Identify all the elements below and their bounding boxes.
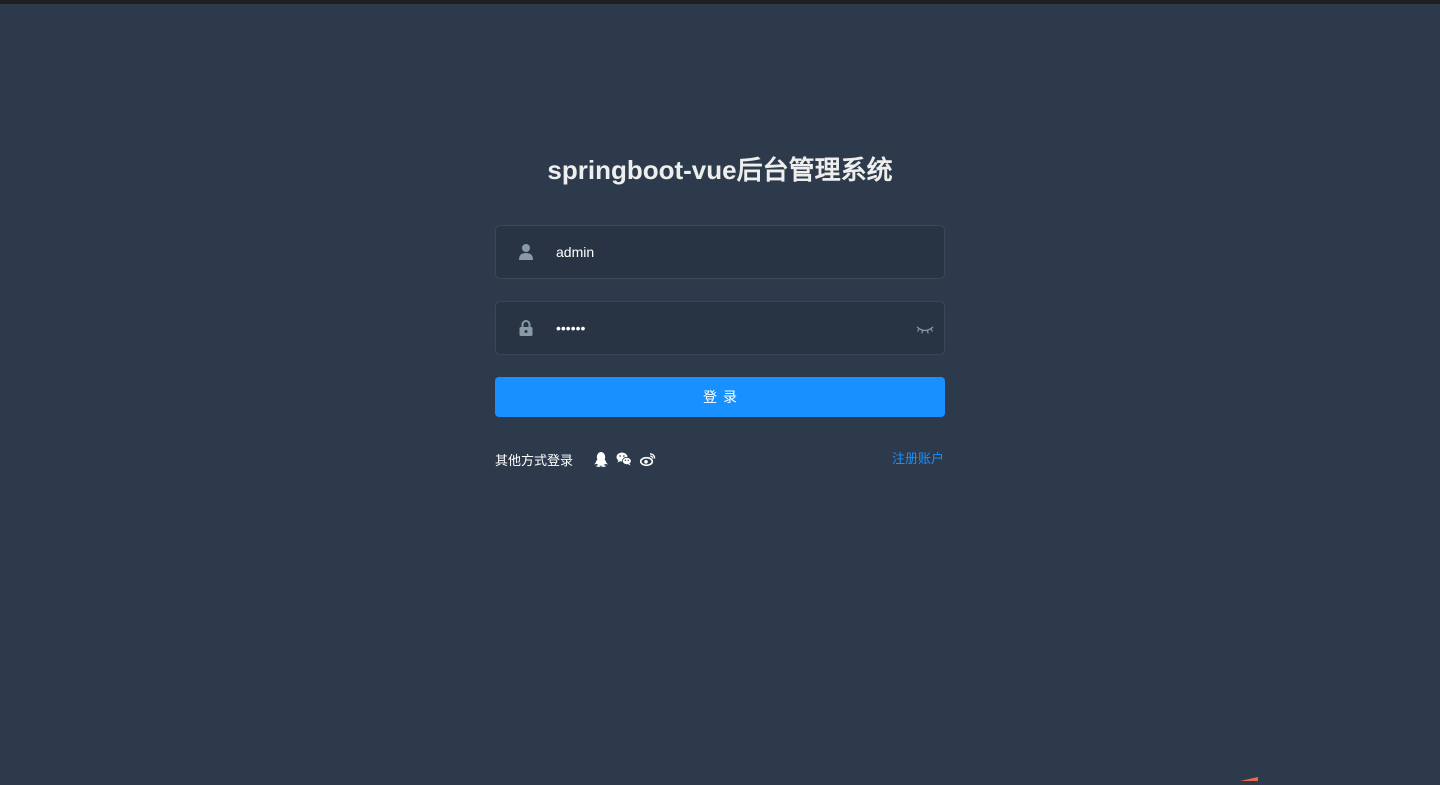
login-form: springboot-vue后台管理系统 admin 登录 其他方式登录 注册账…: [495, 150, 945, 471]
register-link[interactable]: 注册账户: [892, 448, 944, 467]
eye-closed-icon[interactable]: [916, 321, 934, 335]
password-field-wrapper: [495, 301, 945, 355]
other-login-label: 其他方式登录: [495, 454, 574, 469]
window-top-strip: [0, 0, 1440, 4]
corner-decoration: [1240, 766, 1258, 781]
page-title: springboot-vue后台管理系统: [547, 155, 893, 185]
other-login-row: 其他方式登录 注册账户: [495, 447, 945, 471]
weibo-icon[interactable]: [639, 451, 656, 467]
username-input[interactable]: [556, 226, 896, 278]
wechat-icon[interactable]: [616, 451, 632, 467]
login-button[interactable]: 登录: [495, 377, 945, 417]
lock-icon: [518, 319, 534, 337]
qq-icon[interactable]: [593, 451, 609, 467]
user-icon: [518, 243, 534, 261]
username-field-wrapper: [495, 225, 945, 279]
password-input[interactable]: [556, 302, 896, 354]
